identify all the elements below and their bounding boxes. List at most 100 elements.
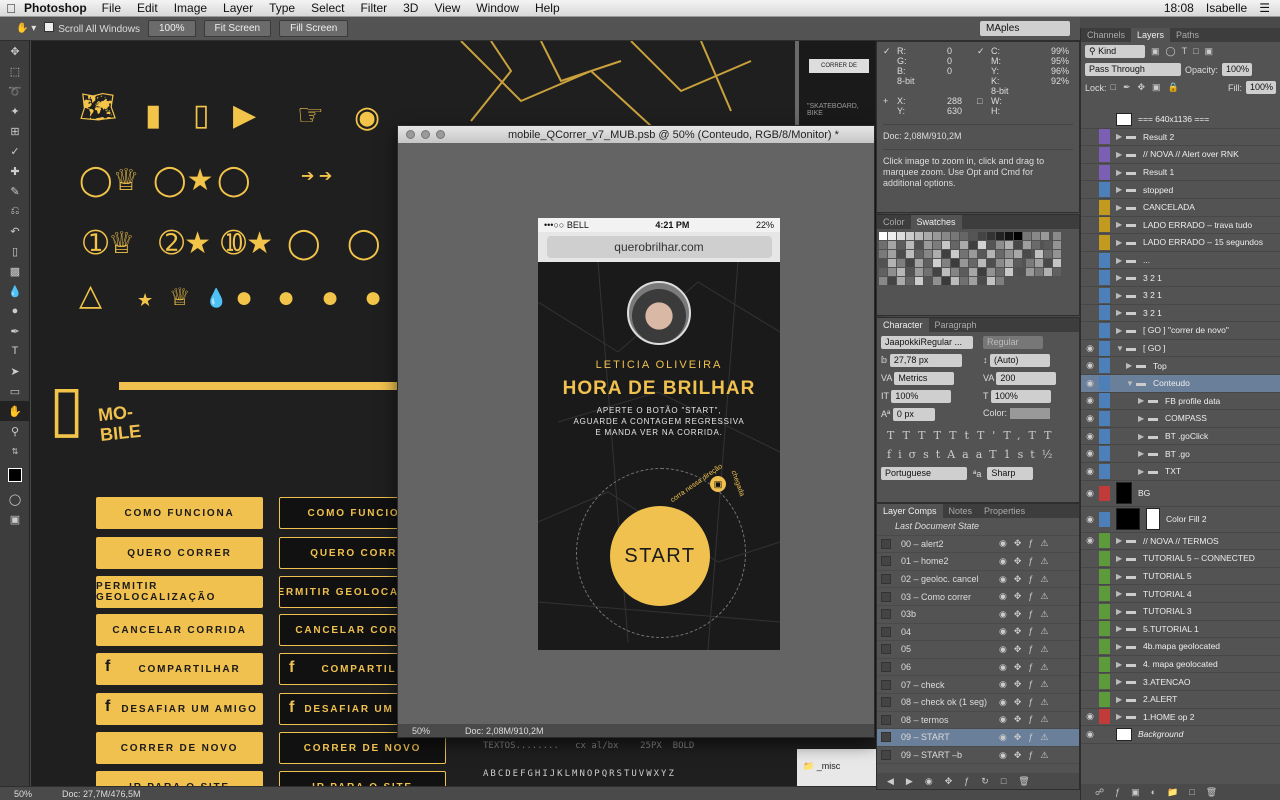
layer-comp-row[interactable]: 09 – START –b ◉✥ƒ⚠ [877, 747, 1079, 765]
ir-para-site-dark-button[interactable]: IR PARA O SITE [279, 771, 446, 786]
layer-row[interactable]: ▶ ▬ Result 1 [1081, 164, 1280, 182]
tab-channels[interactable]: Channels [1081, 28, 1131, 42]
expand-arrow-icon[interactable]: ▶ [1116, 291, 1126, 300]
expand-arrow-icon[interactable]: ▶ [1116, 536, 1126, 545]
layer-row[interactable]: ▶ ▬ 5.TUTORIAL 1 [1081, 621, 1280, 639]
tracking-field[interactable]: VA 200 [983, 372, 1079, 385]
layer-comp-row[interactable]: 02 – geoloc. cancel ◉✥ƒ⚠ [877, 571, 1079, 589]
font-style-dropdown[interactable]: Regular [983, 336, 1043, 349]
visibility-eye-icon[interactable]: ◉ [1081, 466, 1099, 477]
eraser-tool-icon[interactable]: ▯ [0, 241, 30, 261]
layer-row[interactable]: ◉ ▶ ▬ FB profile data [1081, 393, 1280, 411]
expand-arrow-icon[interactable]: ▶ [1116, 695, 1126, 704]
layer-comp-row[interactable]: 08 – check ok (1 seg) ◉✥ƒ⚠ [877, 694, 1079, 712]
layer-row[interactable]: ◉ Background [1081, 726, 1280, 744]
dodge-tool-icon[interactable]: ● [0, 301, 30, 321]
visibility-eye-icon[interactable]: ◉ [1081, 535, 1099, 546]
delete-layer-icon[interactable]: 🗑 [1206, 787, 1228, 797]
ordinal-icon[interactable]: T [989, 448, 1003, 461]
doc-zoom[interactable]: 50% [412, 726, 430, 736]
hscale-field[interactable]: T 100% [983, 390, 1079, 403]
color-swatch-icon[interactable] [0, 461, 30, 489]
move-tool-icon[interactable]: ✥ [0, 41, 30, 61]
language-dropdown[interactable]: Portuguese [881, 467, 967, 480]
misc-folder-label[interactable]: _misc [817, 761, 841, 771]
layer-row[interactable]: ▶ ▬ 3 2 1 [1081, 287, 1280, 305]
stamp-tool-icon[interactable]: ⎌ [0, 201, 30, 221]
user-name[interactable]: Isabelle [1206, 1, 1247, 15]
hand-tool-active-icon[interactable]: ✋ [0, 401, 30, 421]
como-funciona-button[interactable]: COMO FUNCIONA [96, 497, 263, 529]
prev-comp-icon[interactable]: ◀ [887, 776, 906, 786]
scroll-all-checkbox[interactable]: Scroll All Windows [44, 22, 140, 35]
fit-screen-button[interactable]: Fit Screen [203, 20, 272, 37]
layer-row[interactable]: === 640x1136 === [1081, 111, 1280, 129]
comp-checkbox[interactable] [881, 714, 891, 725]
visibility-eye-icon[interactable]: ◉ [1081, 488, 1099, 499]
menu-image[interactable]: Image [167, 1, 216, 15]
expand-arrow-icon[interactable]: ▶ [1138, 414, 1148, 423]
leading-field[interactable]: ↕ (Auto) [983, 354, 1079, 367]
delete-comp-icon[interactable]: 🗑 [1018, 776, 1041, 786]
menu-layer[interactable]: Layer [216, 1, 262, 15]
layer-row[interactable]: ▶ ▬ 4b.mapa geolocated [1081, 638, 1280, 656]
shape-tool-icon[interactable]: ▭ [0, 381, 30, 401]
menu-file[interactable]: File [95, 1, 130, 15]
expand-arrow-icon[interactable]: ▶ [1116, 660, 1126, 669]
layer-row[interactable]: ◉ Color Fill 2 [1081, 507, 1280, 533]
expand-arrow-icon[interactable]: ▶ [1116, 589, 1126, 598]
all-caps-icon[interactable]: TT [918, 429, 949, 442]
visibility-eye-icon[interactable]: ◉ [1081, 360, 1099, 371]
tab-notes[interactable]: Notes [943, 504, 979, 518]
ligature-icon[interactable]: fi [887, 448, 909, 461]
correr-de-novo-button[interactable]: CORRER DE NOVO [96, 732, 263, 764]
hand-tool-icon[interactable]: ✋ ▾ [16, 23, 36, 34]
url-bar[interactable]: querobrilhar.com [538, 232, 780, 262]
comp-state-icons[interactable]: ◉✥ƒ⚠ [999, 538, 1079, 549]
brush-tool-icon[interactable]: ✎ [0, 181, 30, 201]
layer-comp-row[interactable]: 05 ◉✥ƒ⚠ [877, 641, 1079, 659]
comp-state-icons[interactable]: ◉✥ƒ⚠ [999, 574, 1079, 585]
menu-3d[interactable]: 3D [396, 1, 427, 15]
small-caps-icon[interactable]: Tt [949, 429, 977, 442]
swap-colors-icon[interactable]: ⇅ [0, 441, 30, 461]
new-layer-icon[interactable]: □ [1189, 787, 1205, 797]
comp-state-icons[interactable]: ◉✥ƒ⚠ [999, 714, 1079, 725]
comp-checkbox[interactable] [881, 644, 891, 655]
layer-row[interactable]: ▶ ▬ CANCELADA [1081, 199, 1280, 217]
zoom-100-button[interactable]: 100% [147, 20, 196, 37]
clock[interactable]: 18:08 [1164, 1, 1194, 15]
app-menu[interactable]: Photoshop [22, 1, 95, 15]
subscript-icon[interactable]: T, [1003, 429, 1028, 442]
layer-comp-row[interactable]: 03 – Como correr ◉✥ƒ⚠ [877, 588, 1079, 606]
expand-arrow-icon[interactable]: ▶ [1116, 642, 1126, 651]
zoom-tool-icon[interactable]: ⚲ [0, 421, 30, 441]
layer-comp-row[interactable]: 08 – termos ◉✥ƒ⚠ [877, 712, 1079, 730]
comp-state-icons[interactable]: ◉✥ƒ⚠ [999, 679, 1079, 690]
layer-comp-row[interactable]: 06 ◉✥ƒ⚠ [877, 659, 1079, 677]
layer-row[interactable]: ▶ ▬ TUTORIAL 3 [1081, 603, 1280, 621]
visibility-eye-icon[interactable]: ◉ [1081, 413, 1099, 424]
layer-comp-row[interactable]: 04 ◉✥ƒ⚠ [877, 624, 1079, 642]
menu-help[interactable]: Help [528, 1, 569, 15]
tab-properties[interactable]: Properties [978, 504, 1031, 518]
expand-arrow-icon[interactable]: ▶ [1116, 256, 1126, 265]
expand-arrow-icon[interactable]: ▶ [1116, 238, 1126, 247]
visibility-eye-icon[interactable]: ◉ [1081, 431, 1099, 442]
color-field[interactable]: Color: [983, 408, 1079, 421]
expand-arrow-icon[interactable]: ▶ [1138, 467, 1148, 476]
adjustment-icon[interactable]: ◐ [1151, 787, 1167, 797]
start-button[interactable]: START [610, 506, 710, 606]
superscript-icon[interactable]: T' [977, 429, 1003, 442]
quick-mask-icon[interactable]: ◯ [0, 489, 30, 509]
layer-row[interactable]: ▶ ▬... [1081, 252, 1280, 270]
layer-comp-row[interactable]: 07 – check ◉✥ƒ⚠ [877, 676, 1079, 694]
expand-arrow-icon[interactable]: ▶ [1116, 132, 1126, 141]
apple-icon[interactable]:  [0, 1, 22, 16]
menu-select[interactable]: Select [304, 1, 353, 15]
lock-icons[interactable]: □✒✥▣🔒 [1111, 82, 1186, 93]
expand-arrow-icon[interactable]: ▶ [1116, 712, 1126, 721]
layer-row[interactable]: ◉ ▶ ▬ Top [1081, 357, 1280, 375]
last-document-state[interactable]: Last Document State [877, 518, 1079, 536]
visibility-eye-icon[interactable]: ◉ [1081, 395, 1099, 406]
